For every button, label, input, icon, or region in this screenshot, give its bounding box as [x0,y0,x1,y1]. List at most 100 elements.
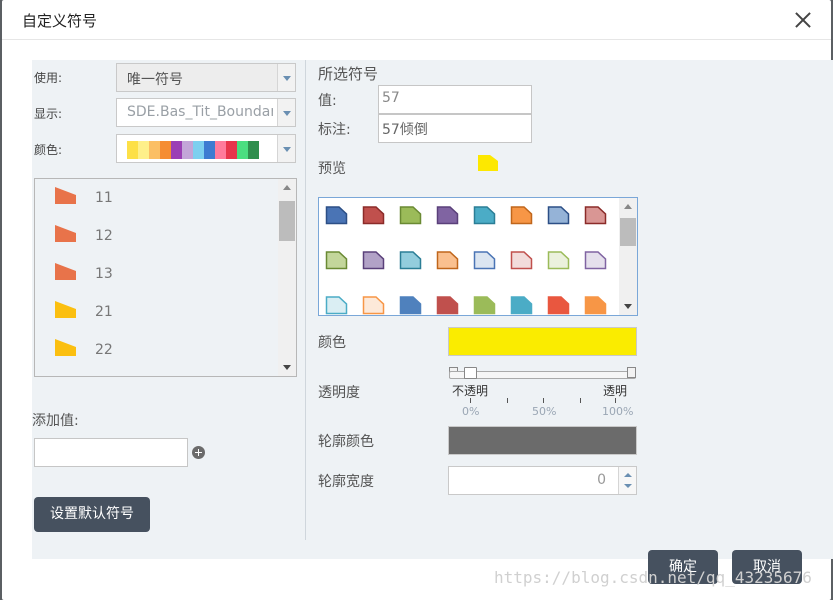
symbol-preview [478,155,498,171]
gallery-symbol[interactable] [547,205,570,225]
pct-100-label: 100% [602,405,634,418]
gallery-symbol[interactable] [325,205,348,225]
list-item[interactable]: 12 [35,219,277,257]
scroll-up-icon[interactable] [624,204,632,209]
list-item-label: 12 [95,228,113,244]
list-item[interactable]: 22 [35,333,277,371]
list-item[interactable]: 11 [35,181,277,219]
dialog-body: 使用: 唯一符号 显示: SDE.Bas_Tit_Boundary 颜色: 11… [32,60,833,559]
add-icon[interactable] [192,446,205,459]
gallery-symbol[interactable] [362,295,385,315]
gallery-symbol[interactable] [399,295,422,315]
dialog-titlebar: 自定义符号 [2,0,831,40]
annotation-label: 标注: [318,122,351,138]
scroll-thumb[interactable] [279,201,295,241]
gallery-symbol[interactable] [584,295,607,315]
symbol-swatch [55,339,76,356]
gallery-symbol[interactable] [436,205,459,225]
spinner-down-icon[interactable] [624,484,632,488]
outline-color-picker[interactable] [448,426,637,455]
spinner-controls[interactable] [618,467,636,494]
scroll-up-icon[interactable] [283,185,291,190]
gallery-symbol[interactable] [547,295,570,315]
gallery-symbol[interactable] [584,250,607,270]
symbol-swatch [55,187,76,204]
color-swatch [248,141,259,159]
value-input[interactable]: 57 [378,85,532,114]
fill-color-picker[interactable] [448,327,637,356]
list-item[interactable] [35,371,277,376]
custom-symbol-dialog: 自定义符号 使用: 唯一符号 显示: SDE.Bas_Tit_Boundary … [2,0,833,600]
set-default-symbol-button[interactable]: 设置默认符号 [34,497,150,532]
preview-label: 预览 [318,161,346,177]
gallery-symbol[interactable] [399,205,422,225]
scroll-down-icon[interactable] [624,304,632,309]
fill-color-label: 颜色 [318,335,346,351]
color-swatch [237,141,248,159]
gallery-symbol[interactable] [362,205,385,225]
gallery-symbol[interactable] [473,205,496,225]
gallery-symbol[interactable] [547,250,570,270]
list-item-label: 22 [95,342,113,358]
symbol-value-list[interactable]: 11 12 13 21 22 [34,178,297,377]
slider-tick [580,398,581,403]
display-label: 显示: [34,107,63,121]
gallery-symbol[interactable] [473,295,496,315]
gallery-symbol[interactable] [436,295,459,315]
gallery-symbol[interactable] [362,250,385,270]
slider-tick [507,398,508,403]
list-item-label: 21 [95,304,113,320]
list-item[interactable]: 13 [35,257,277,295]
close-icon[interactable] [791,8,815,32]
use-select[interactable]: 唯一符号 [116,63,296,92]
chevron-down-icon[interactable] [277,64,295,91]
chevron-down-icon[interactable] [277,99,295,126]
list-item[interactable]: 21 [35,295,277,333]
scroll-down-icon[interactable] [283,365,291,370]
watermark: https://blog.csdn.net/qq_43235676 [494,568,812,587]
gallery-scrollbar[interactable] [619,198,637,315]
use-label: 使用: [34,71,63,85]
gallery-symbol[interactable] [473,250,496,270]
gallery-symbol[interactable] [436,250,459,270]
slider-tick [615,398,616,403]
color-scheme-select[interactable] [116,134,296,163]
outline-width-spinner[interactable]: 0 [448,466,637,495]
color-swatch [171,141,182,159]
outline-width-value: 0 [597,472,606,488]
outline-color-label: 轮廓颜色 [318,434,374,450]
annotation-input[interactable]: 57倾倒 [378,114,532,143]
slider-right-icon[interactable] [627,367,636,378]
opacity-slider-thumb[interactable] [464,367,477,379]
list-item-label: 13 [95,266,113,282]
gallery-symbol[interactable] [510,295,533,315]
symbol-swatch [55,225,76,242]
selected-symbol-heading: 所选符号 [318,65,379,83]
use-select-value: 唯一符号 [127,72,183,88]
symbol-gallery[interactable] [318,197,638,316]
opacity-slider-track[interactable] [449,371,636,379]
gallery-symbol[interactable] [584,205,607,225]
scroll-thumb[interactable] [620,218,636,246]
symbol-swatch [55,263,76,280]
list-scrollbar[interactable] [278,179,296,376]
opacity-label: 透明度 [318,385,360,401]
opaque-label: 不透明 [452,384,489,398]
color-swatch [127,141,138,159]
column-divider [305,60,306,540]
gallery-symbol[interactable] [399,250,422,270]
color-scheme-label: 颜色: [34,143,63,157]
display-select[interactable]: SDE.Bas_Tit_Boundary [116,98,296,127]
gallery-symbol[interactable] [510,205,533,225]
color-swatch [160,141,171,159]
gallery-symbol[interactable] [325,250,348,270]
color-swatch [138,141,149,159]
slider-tick [543,398,544,403]
spinner-up-icon[interactable] [624,473,632,477]
symbol-swatch [55,301,76,318]
gallery-symbol[interactable] [325,295,348,315]
chevron-down-icon[interactable] [277,135,295,162]
color-swatch [182,141,193,159]
add-value-input[interactable] [34,438,188,467]
gallery-symbol[interactable] [510,250,533,270]
